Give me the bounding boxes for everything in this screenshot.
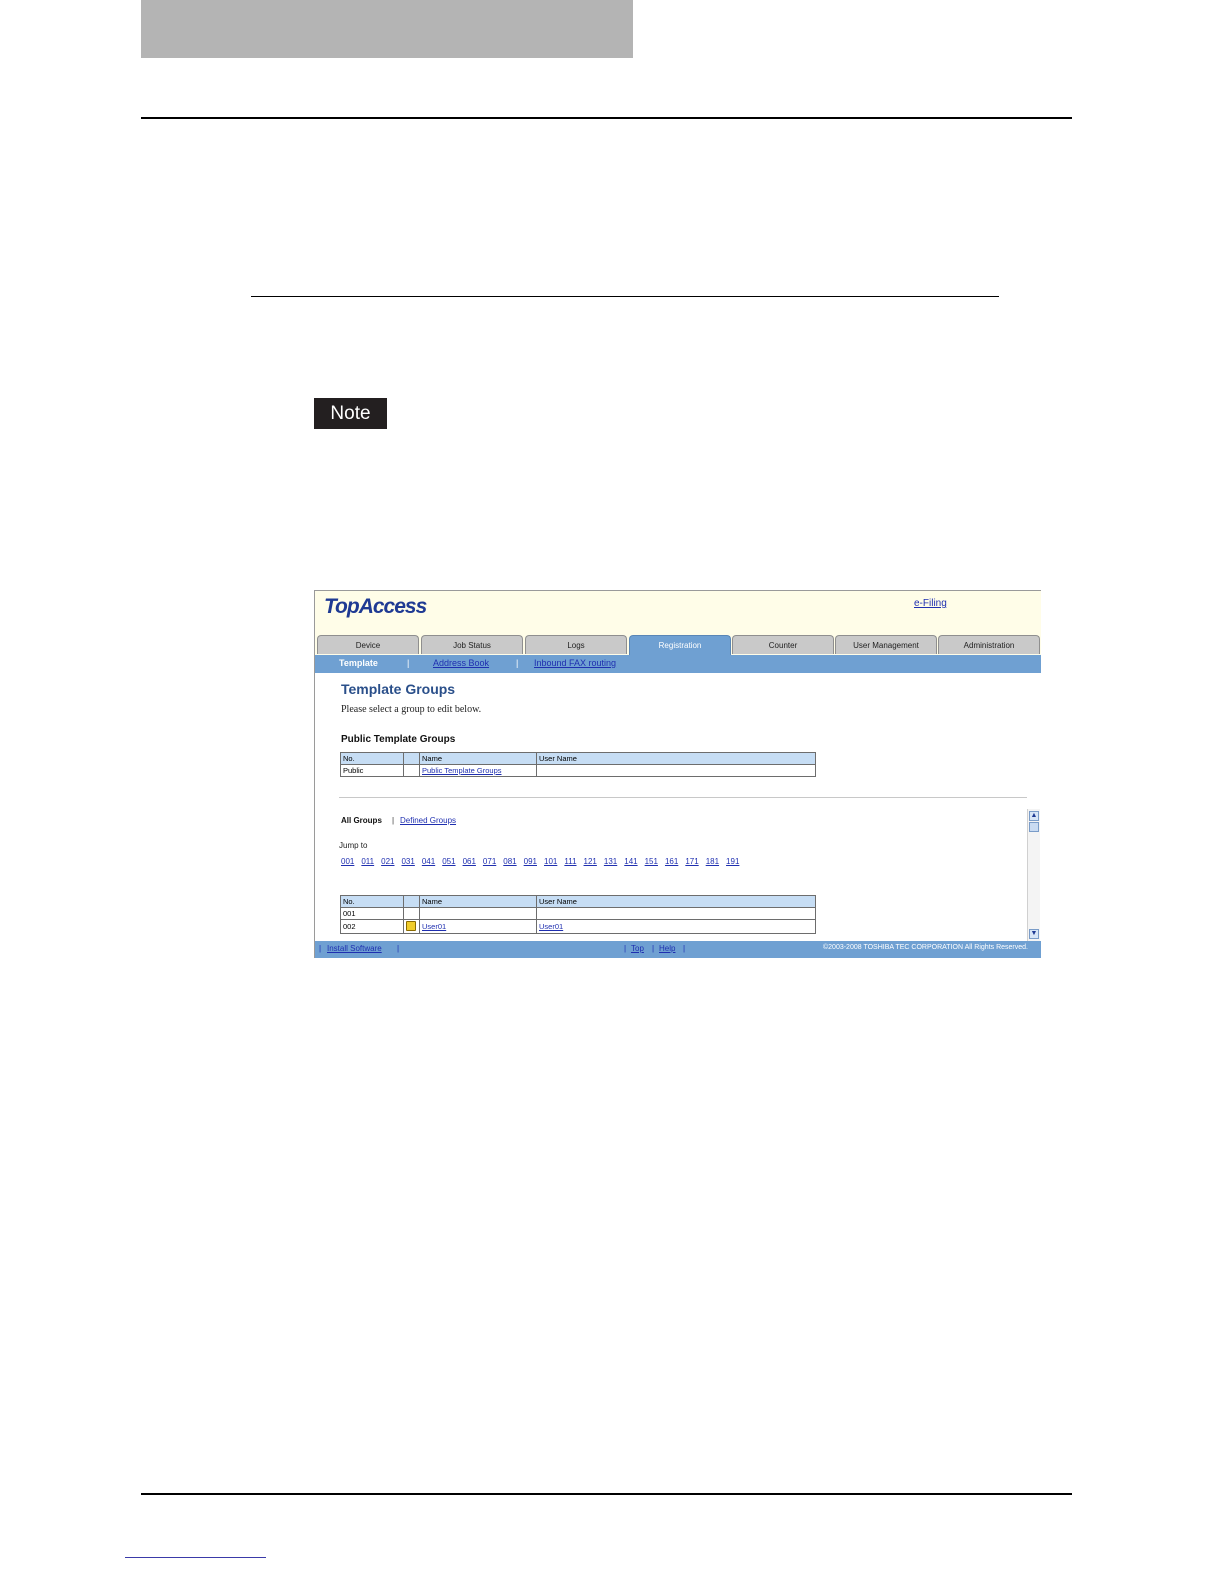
table-row: 001 bbox=[340, 907, 816, 920]
sub-navigation: Template | Address Book | Inbound FAX ro… bbox=[315, 655, 1041, 673]
tab-job-status[interactable]: Job Status bbox=[421, 635, 523, 654]
cell-name: User01 bbox=[419, 919, 537, 934]
col-user-name: User Name bbox=[536, 895, 816, 908]
jump-link[interactable]: 031 bbox=[401, 857, 414, 866]
jump-link[interactable]: 111 bbox=[564, 857, 576, 866]
vertical-scrollbar[interactable]: ▲ ▼ bbox=[1027, 809, 1040, 941]
copyright-text: ©2003-2008 TOSHIBA TEC CORPORATION All R… bbox=[823, 944, 1028, 951]
group-filter-separator: | bbox=[392, 816, 395, 825]
jump-link[interactable]: 091 bbox=[524, 857, 537, 866]
subnav-address-book[interactable]: Address Book bbox=[433, 658, 489, 668]
instruction-text: Please select a group to edit below. bbox=[341, 704, 482, 715]
cell-no: 001 bbox=[340, 907, 404, 920]
jump-link[interactable]: 141 bbox=[624, 857, 637, 866]
footer-link-underline bbox=[125, 1557, 266, 1558]
cell-icon bbox=[403, 764, 420, 777]
cell-no: Public bbox=[340, 764, 404, 777]
subnav-separator: | bbox=[407, 658, 410, 668]
jump-link[interactable]: 131 bbox=[604, 857, 617, 866]
cell-user-name bbox=[536, 764, 816, 777]
topaccess-logo: TopAccess bbox=[324, 595, 427, 618]
tab-administration[interactable]: Administration bbox=[938, 635, 1040, 654]
jump-link[interactable]: 001 bbox=[341, 857, 354, 866]
help-link[interactable]: Help bbox=[659, 944, 675, 953]
jump-link[interactable]: 181 bbox=[706, 857, 719, 866]
jump-link[interactable]: 011 bbox=[361, 857, 374, 866]
jump-link[interactable]: 041 bbox=[422, 857, 435, 866]
page-title: Template Groups bbox=[341, 681, 456, 697]
cell-name: Public Template Groups bbox=[419, 764, 537, 777]
col-user-name: User Name bbox=[536, 752, 816, 765]
note-badge: Note bbox=[314, 398, 387, 429]
jump-link[interactable]: 101 bbox=[544, 857, 557, 866]
jump-link[interactable]: 191 bbox=[726, 857, 739, 866]
footer-separator: | bbox=[624, 944, 627, 953]
jump-to-label: Jump to bbox=[339, 841, 368, 850]
tab-user-management[interactable]: User Management bbox=[835, 635, 937, 654]
cell-icon bbox=[403, 907, 420, 920]
cell-no: 002 bbox=[340, 919, 404, 934]
subnav-separator: | bbox=[516, 658, 519, 668]
public-groups-heading: Public Template Groups bbox=[341, 734, 456, 745]
jump-link[interactable]: 081 bbox=[503, 857, 516, 866]
jump-link[interactable]: 151 bbox=[645, 857, 658, 866]
group-user-link[interactable]: User01 bbox=[539, 922, 563, 931]
jump-link[interactable]: 161 bbox=[665, 857, 678, 866]
cell-icon bbox=[403, 919, 420, 934]
section-rule bbox=[251, 296, 999, 297]
topaccess-screenshot: TopAccess e-Filing Device Job Status Log… bbox=[314, 590, 1041, 958]
jump-link[interactable]: 121 bbox=[584, 857, 597, 866]
all-groups-label: All Groups bbox=[341, 816, 382, 825]
scroll-down-icon[interactable]: ▼ bbox=[1029, 929, 1039, 939]
public-template-groups-link[interactable]: Public Template Groups bbox=[422, 766, 502, 775]
top-link[interactable]: Top bbox=[631, 944, 644, 953]
footer-separator: | bbox=[397, 944, 400, 953]
cell-user-name: User01 bbox=[536, 919, 816, 934]
jump-to-links: 001 011 021 031 041 051 061 071 081 091 101 111 121 1… bbox=[341, 857, 746, 866]
jump-link[interactable]: 061 bbox=[463, 857, 476, 866]
tab-device[interactable]: Device bbox=[317, 635, 419, 654]
col-icon bbox=[403, 895, 420, 908]
jump-link[interactable]: 051 bbox=[442, 857, 455, 866]
col-name: Name bbox=[419, 752, 537, 765]
tab-registration[interactable]: Registration bbox=[629, 635, 731, 656]
col-no: No. bbox=[340, 752, 404, 765]
subnav-template[interactable]: Template bbox=[339, 658, 378, 668]
cell-user-name bbox=[536, 907, 816, 920]
tab-counter[interactable]: Counter bbox=[732, 635, 834, 654]
col-name: Name bbox=[419, 895, 537, 908]
scroll-thumb[interactable] bbox=[1029, 822, 1039, 832]
table-row: Public Public Template Groups bbox=[340, 764, 816, 777]
table-header-row: No. Name User Name bbox=[340, 752, 816, 765]
subnav-inbound-fax-routing[interactable]: Inbound FAX routing bbox=[534, 658, 616, 668]
footer-separator: | bbox=[319, 944, 322, 953]
install-software-link[interactable]: Install Software bbox=[327, 944, 382, 953]
scroll-up-icon[interactable]: ▲ bbox=[1029, 811, 1039, 821]
groups-table: No. Name User Name 001 002 User01 User01 bbox=[340, 895, 816, 934]
jump-link[interactable]: 021 bbox=[381, 857, 394, 866]
table-header-row: No. Name User Name bbox=[340, 895, 816, 908]
col-no: No. bbox=[340, 895, 404, 908]
jump-link[interactable]: 071 bbox=[483, 857, 496, 866]
group-name-link[interactable]: User01 bbox=[422, 922, 446, 931]
col-icon bbox=[403, 752, 420, 765]
footer-separator: | bbox=[652, 944, 655, 953]
chapter-header-bar bbox=[141, 0, 633, 58]
screenshot-header: TopAccess e-Filing bbox=[315, 591, 1041, 633]
content-divider bbox=[339, 797, 1027, 798]
jump-link[interactable]: 171 bbox=[685, 857, 698, 866]
defined-groups-link[interactable]: Defined Groups bbox=[400, 816, 456, 825]
cell-name bbox=[419, 907, 537, 920]
lock-icon bbox=[406, 921, 416, 931]
table-row: 002 User01 User01 bbox=[340, 919, 816, 934]
efiling-link[interactable]: e-Filing bbox=[914, 598, 947, 609]
footer-bar: | Install Software | | Top | Help | ©200… bbox=[315, 941, 1041, 958]
tab-logs[interactable]: Logs bbox=[525, 635, 627, 654]
bottom-rule bbox=[141, 1493, 1072, 1495]
top-rule bbox=[141, 117, 1072, 119]
public-groups-table: No. Name User Name Public Public Templat… bbox=[340, 752, 816, 777]
footer-separator: | bbox=[683, 944, 686, 953]
